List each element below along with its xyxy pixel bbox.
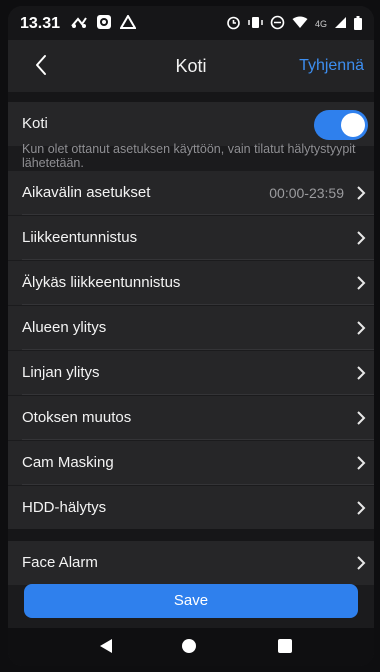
settings-row-label: Alueen ylitys bbox=[22, 319, 107, 336]
status-bar: 13.31 4G bbox=[8, 6, 374, 40]
chevron-right-icon bbox=[357, 501, 366, 515]
settings-row-label: Otoksen muutos bbox=[22, 409, 132, 426]
chevron-right-icon bbox=[357, 366, 366, 380]
chevron-right-icon bbox=[357, 186, 366, 200]
settings-row-hdd-alarm[interactable]: HDD-hälytys bbox=[8, 486, 374, 530]
section-spacer bbox=[8, 92, 374, 102]
chevron-right-icon bbox=[357, 556, 366, 570]
chevron-right-icon bbox=[357, 456, 366, 470]
settings-row-label: Aikavälin asetukset bbox=[22, 184, 151, 201]
settings-row-smart-motion[interactable]: Älykäs liikkeentunnistus bbox=[8, 261, 374, 305]
signal-icon bbox=[334, 16, 347, 32]
app-frame: 13.31 4G Koti Tyhjennä Koti Kun olet ott… bbox=[8, 6, 374, 666]
chevron-right-icon bbox=[357, 231, 366, 245]
divider bbox=[22, 439, 374, 440]
home-toggle-label: Koti bbox=[22, 115, 48, 132]
dnd-icon bbox=[270, 15, 285, 33]
divider bbox=[22, 484, 374, 485]
nav-recents-icon[interactable] bbox=[278, 639, 292, 653]
drive-icon bbox=[119, 13, 137, 35]
nav-home-icon[interactable] bbox=[182, 639, 196, 653]
toggle-knob bbox=[341, 113, 365, 137]
chevron-right-icon bbox=[357, 411, 366, 425]
settings-row-label: HDD-hälytys bbox=[22, 499, 107, 516]
top-app-bar: Koti Tyhjennä bbox=[8, 40, 374, 92]
camera-icon bbox=[96, 14, 112, 35]
status-icons-right: 4G bbox=[226, 15, 362, 33]
home-toggle-row: Koti bbox=[8, 102, 374, 146]
divider bbox=[22, 394, 374, 395]
nav-back-icon[interactable] bbox=[98, 638, 114, 654]
divider bbox=[22, 259, 374, 260]
settings-row-face-alarm[interactable]: Face Alarm bbox=[8, 541, 374, 585]
settings-row-label: Cam Masking bbox=[22, 454, 114, 471]
settings-row-cam-masking[interactable]: Cam Masking bbox=[8, 441, 374, 485]
settings-row-scene-change[interactable]: Otoksen muutos bbox=[8, 396, 374, 440]
divider bbox=[22, 214, 374, 215]
network-type: 4G bbox=[314, 19, 327, 29]
settings-row-label: Face Alarm bbox=[22, 554, 98, 571]
home-toggle-switch[interactable] bbox=[314, 110, 368, 140]
chevron-right-icon bbox=[357, 276, 366, 290]
divider bbox=[22, 349, 374, 350]
alarm-icon bbox=[226, 15, 241, 33]
vibrate-icon bbox=[248, 15, 263, 33]
settings-row-label: Liikkeentunnistus bbox=[22, 229, 138, 246]
settings-row-label: Linjan ylitys bbox=[22, 364, 100, 381]
section-spacer bbox=[8, 529, 374, 541]
divider bbox=[22, 304, 374, 305]
save-button[interactable]: Save bbox=[24, 584, 358, 618]
clear-button[interactable]: Tyhjennä bbox=[299, 57, 364, 75]
settings-row-motion-detection[interactable]: Liikkeentunnistus bbox=[8, 216, 374, 260]
status-icons-left bbox=[70, 13, 137, 35]
time-range-value: 00:00-23:59 bbox=[269, 185, 344, 201]
hint-text: Kun olet ottanut asetuksen käyttöön, vai… bbox=[22, 142, 356, 170]
bluetooth-icon bbox=[70, 15, 88, 34]
battery-icon bbox=[354, 15, 362, 33]
settings-row-line-crossing[interactable]: Linjan ylitys bbox=[8, 351, 374, 395]
settings-row-area-crossing[interactable]: Alueen ylitys bbox=[8, 306, 374, 350]
wifi-icon bbox=[292, 16, 308, 32]
status-time: 13.31 bbox=[20, 15, 61, 32]
chevron-right-icon bbox=[357, 321, 366, 335]
settings-row-label: Älykäs liikkeentunnistus bbox=[22, 274, 181, 291]
settings-row-time-range[interactable]: Aikavälin asetukset 00:00-23:59 bbox=[8, 171, 374, 215]
system-nav-bar bbox=[8, 628, 374, 666]
